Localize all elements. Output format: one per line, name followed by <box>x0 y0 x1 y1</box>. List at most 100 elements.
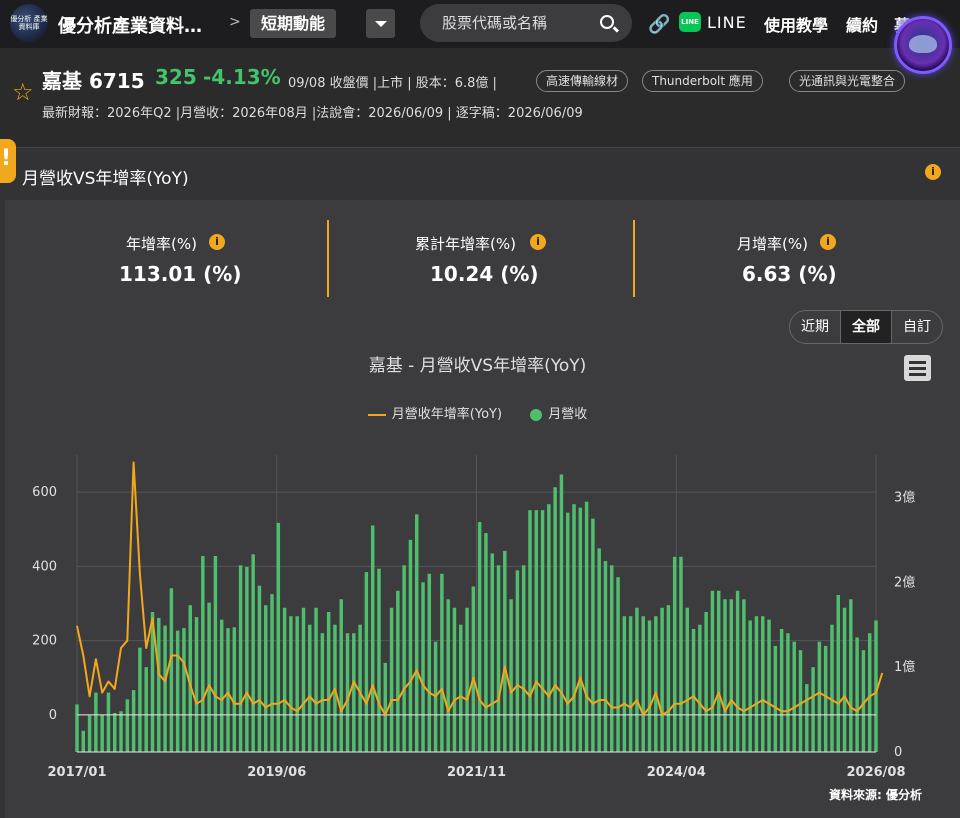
revenue-bar <box>672 556 677 752</box>
revenue-bar <box>245 567 249 752</box>
revenue-bar <box>219 619 224 752</box>
revenue-bar <box>314 607 318 752</box>
revenue-bar <box>289 616 293 752</box>
revenue-bar <box>647 620 652 752</box>
revenue-bar <box>748 620 752 752</box>
revenue-bar <box>503 550 507 752</box>
revenue-bar <box>175 630 180 752</box>
revenue-bar <box>509 599 513 752</box>
revenue-bar <box>427 573 432 752</box>
revenue-bar <box>213 555 218 752</box>
revenue-bar <box>761 616 765 752</box>
revenue-bar <box>157 617 161 752</box>
revenue-bar <box>704 611 708 752</box>
revenue-bar <box>534 510 538 752</box>
revenue-bar <box>377 568 381 752</box>
revenue-bar <box>251 554 255 752</box>
revenue-bar <box>515 570 520 752</box>
revenue-bar <box>540 510 545 752</box>
revenue-bar <box>622 616 627 752</box>
revenue-bar <box>370 525 375 752</box>
revenue-bar <box>226 628 230 752</box>
y-left-tick-label: 200 <box>32 634 57 649</box>
revenue-bar <box>383 662 388 752</box>
revenue-bar <box>628 616 633 752</box>
revenue-yoy-chart: 0 200 400 600 2017/01 2019/06 2021/11 2024/04 20… <box>32 455 915 780</box>
revenue-bar <box>723 599 727 752</box>
y-left-tick-label: 600 <box>32 485 57 500</box>
x-tick-label: 2021/11 <box>447 765 506 780</box>
revenue-bar <box>182 628 186 752</box>
y-left-tick-label: 400 <box>32 559 57 574</box>
revenue-bar <box>610 565 614 752</box>
revenue-bar <box>232 627 237 752</box>
revenue-bar <box>459 624 463 752</box>
revenue-bar <box>94 692 98 752</box>
revenue-bar <box>358 624 362 752</box>
revenue-bar <box>169 588 174 752</box>
revenue-bar <box>836 595 840 752</box>
revenue-bar <box>144 667 148 752</box>
revenue-bar <box>496 565 501 752</box>
revenue-bar <box>471 586 476 752</box>
revenue-bar <box>465 607 469 752</box>
revenue-bar <box>830 624 834 752</box>
revenue-bar <box>849 599 853 752</box>
revenue-bar <box>257 585 262 752</box>
revenue-bar <box>716 590 721 752</box>
revenue-bar <box>565 512 570 752</box>
revenue-bar <box>805 684 809 752</box>
revenue-bar <box>660 607 664 752</box>
revenue-bar <box>201 555 205 752</box>
revenue-bar <box>194 617 199 752</box>
x-tick-label: 2019/06 <box>247 765 306 780</box>
revenue-bar <box>710 590 715 752</box>
y-right-tick-label: 0 <box>894 745 902 760</box>
revenue-bar <box>119 711 123 752</box>
revenue-bar <box>282 607 287 752</box>
x-tick-label: 2017/01 <box>47 765 106 780</box>
revenue-bar <box>735 590 740 752</box>
revenue-bar <box>207 602 211 752</box>
revenue-bar <box>786 633 790 752</box>
revenue-bar <box>352 633 356 752</box>
revenue-bar <box>308 624 312 752</box>
y-right-tick-label: 3億 <box>894 489 915 505</box>
revenue-bar <box>440 573 444 752</box>
revenue-bar <box>345 633 350 752</box>
revenue-bar <box>798 650 803 752</box>
revenue-bar <box>597 548 601 752</box>
revenue-bar <box>138 647 142 752</box>
y-left-tick-label: 0 <box>49 708 57 723</box>
revenue-bar <box>867 633 872 752</box>
revenue-bar <box>490 553 494 752</box>
revenue-bar <box>295 616 299 752</box>
revenue-bar <box>389 607 394 752</box>
revenue-bar <box>477 522 482 752</box>
revenue-bar <box>603 561 608 752</box>
revenue-bar <box>276 522 281 752</box>
revenue-bar <box>773 645 778 752</box>
revenue-bar <box>855 637 859 752</box>
revenue-bar <box>528 510 532 752</box>
revenue-bar <box>817 641 822 752</box>
revenue-bar <box>125 699 130 752</box>
revenue-bar <box>754 616 759 752</box>
revenue-bar <box>446 599 450 752</box>
revenue-bar <box>521 565 526 752</box>
revenue-bar <box>641 616 645 752</box>
revenue-bar <box>666 605 671 752</box>
revenue-bar <box>408 539 413 752</box>
revenue-bar <box>698 624 702 752</box>
revenue-bar <box>654 616 658 752</box>
revenue-bar <box>792 641 796 752</box>
revenue-bar <box>559 474 564 752</box>
data-source: 資料來源: 優分析 <box>829 788 922 802</box>
revenue-bar <box>452 607 457 752</box>
revenue-bar <box>779 628 784 752</box>
revenue-bar <box>729 599 734 752</box>
revenue-bar <box>106 692 111 752</box>
revenue-bar <box>81 730 86 752</box>
revenue-bar <box>100 714 104 752</box>
revenue-bar <box>339 599 343 752</box>
